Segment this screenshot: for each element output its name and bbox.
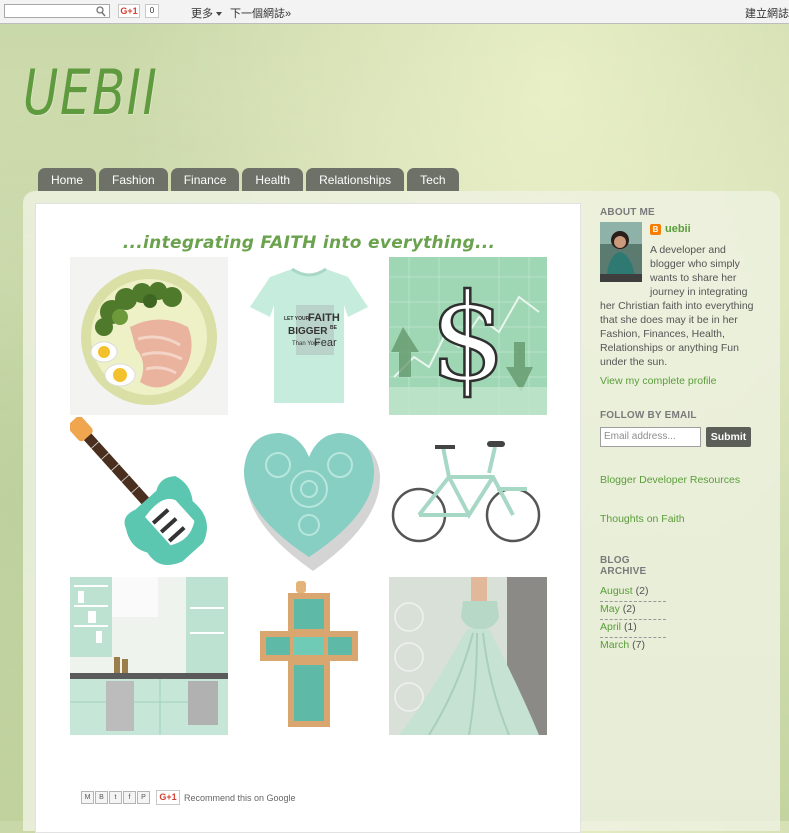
chevron-down-icon	[216, 12, 222, 17]
post-tagline: ...integrating FAITH into everything...	[122, 233, 496, 253]
tab-tech[interactable]: Tech	[407, 168, 459, 191]
dollar-finance-image[interactable]: $	[389, 257, 547, 415]
search-icon[interactable]	[96, 5, 106, 17]
navbar-more-menu[interactable]: 更多	[191, 5, 222, 21]
tshirt-text-let-your: LET YOUR	[284, 316, 310, 322]
follow-heading-text: FOLLOW BY EMAIL	[600, 410, 697, 421]
archive-item: April (1)	[600, 621, 666, 638]
about-line: blogger who simply	[650, 258, 740, 270]
navbar-search-input[interactable]	[4, 4, 110, 18]
about-heading-text: ABOUT ME	[600, 207, 655, 218]
recommend-google-text: Recommend this on Google	[184, 792, 296, 803]
blogger-developer-resources-link[interactable]: Blogger Developer Resources	[600, 474, 760, 486]
post-body: ...integrating FAITH into everything...	[35, 203, 581, 833]
salmon-plate-image[interactable]	[70, 257, 228, 415]
about-line: wants to share her	[650, 272, 737, 284]
archive-month-link[interactable]: April	[600, 621, 621, 633]
mint-kitchen-image[interactable]	[70, 577, 228, 735]
tab-health[interactable]: Health	[242, 168, 304, 191]
gplus-share-button[interactable]: G+1	[156, 790, 180, 805]
blog-title[interactable]: UEBII	[23, 62, 158, 124]
archive-item: March (7)	[600, 639, 666, 655]
email-input[interactable]: Email address...	[600, 427, 701, 447]
submit-button[interactable]: Submit	[706, 427, 751, 447]
about-name-text: uebii	[665, 223, 691, 235]
about-line: journey in integrating	[650, 286, 748, 298]
archive-count: (7)	[632, 639, 645, 651]
about-description: A developer and blogger who simply wants…	[600, 243, 760, 369]
dollar-sign-glyph: $	[430, 269, 506, 408]
archive-month-link[interactable]: March	[600, 639, 629, 651]
tshirt-text-faith: FAITH	[308, 312, 340, 324]
blogger-navbar: G+1 0 更多 下一個網誌» 建立網誌	[0, 0, 789, 24]
archive-count: (1)	[623, 621, 637, 633]
mint-cross-image[interactable]	[230, 577, 388, 735]
heart-dish-image[interactable]	[230, 417, 388, 575]
archive-heading-line2: ARCHIVE	[600, 566, 647, 577]
navbar-next-blog-link[interactable]: 下一個網誌»	[230, 5, 291, 21]
navbar-gplus-button[interactable]: G+1	[118, 4, 140, 18]
email-share-button[interactable]: M	[81, 791, 94, 804]
archive-month-link[interactable]: May	[600, 603, 620, 615]
tab-fashion[interactable]: Fashion	[99, 168, 168, 191]
mint-bicycle-image[interactable]	[389, 417, 547, 575]
tshirt-text-fear: Fear	[314, 337, 337, 349]
about-heading: ABOUT ME	[600, 207, 760, 218]
page-tabs: Home Fashion Finance Health Relationship…	[38, 168, 459, 191]
archive-item: May (2)	[600, 603, 666, 620]
navbar-more-label: 更多	[191, 8, 213, 20]
mint-guitar-image[interactable]	[70, 417, 228, 575]
faith-tshirt-image[interactable]: LET YOUR FAITH BIGGER BE Than Your Fear	[230, 257, 388, 415]
about-line: that she does may it be in her	[600, 314, 738, 326]
tshirt-text-be: BE	[330, 325, 338, 331]
tab-home[interactable]: Home	[38, 168, 97, 191]
about-line: her Christian faith into everything	[600, 300, 754, 312]
thoughts-on-faith-link[interactable]: Thoughts on Faith	[600, 513, 760, 525]
about-name-link[interactable]: B uebii	[650, 223, 691, 235]
follow-heading: FOLLOW BY EMAIL	[600, 410, 760, 421]
about-line: A developer and	[650, 244, 726, 256]
view-profile-link[interactable]: View my complete profile	[600, 375, 760, 387]
archive-heading: BLOG ARCHIVE	[600, 555, 760, 577]
archive-count: (2)	[635, 585, 649, 597]
share-bar: M B t f P G+1 Recommend this on Google	[81, 790, 296, 805]
navbar-gplus-count: 0	[145, 4, 159, 18]
tab-finance[interactable]: Finance	[170, 168, 240, 191]
pinterest-share-button[interactable]: P	[137, 791, 150, 804]
mint-gown-image[interactable]	[389, 577, 547, 735]
blogthis-share-button[interactable]: B	[95, 791, 108, 804]
about-line: Relationships or anything Fun	[600, 342, 739, 354]
about-line: under the sun.	[600, 356, 668, 368]
facebook-share-button[interactable]: f	[123, 791, 136, 804]
archive-month-link[interactable]: August	[600, 585, 633, 597]
about-line: Fashion, Finances, Health,	[600, 328, 725, 340]
tshirt-text-bigger: BIGGER	[288, 326, 328, 337]
archive-count: (2)	[622, 603, 636, 615]
archive-item: August (2)	[600, 585, 666, 602]
navbar-create-blog-link[interactable]: 建立網誌	[745, 5, 789, 21]
blogger-icon: B	[650, 223, 661, 235]
twitter-share-button[interactable]: t	[109, 791, 122, 804]
archive-heading-line1: BLOG	[600, 555, 630, 566]
tab-relationships[interactable]: Relationships	[306, 168, 405, 191]
